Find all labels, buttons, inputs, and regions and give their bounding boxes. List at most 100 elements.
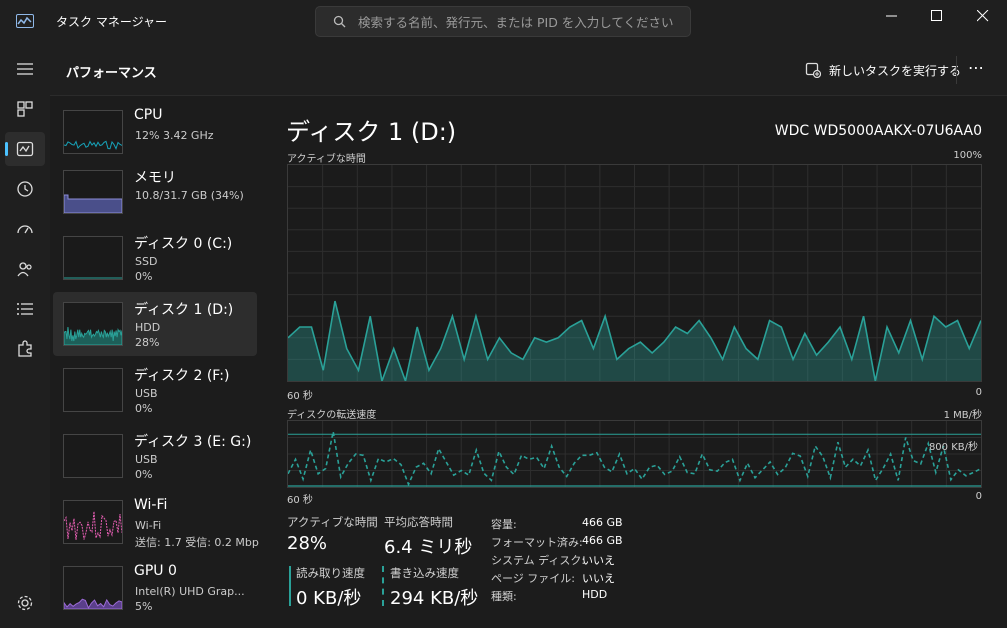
device-name: ディスク 2 (F:) [134, 368, 230, 384]
processes-icon [17, 101, 33, 117]
device-name: メモリ [134, 170, 176, 186]
hamburger-menu-button[interactable] [5, 52, 45, 86]
device-name: ディスク 1 (D:) [134, 302, 234, 318]
close-button[interactable] [960, 0, 1006, 32]
wifi-thumbnail-graph [63, 500, 123, 544]
device-usage: 0% [135, 468, 153, 481]
response-time-label: 平均応答時間 [384, 515, 453, 529]
nav-users[interactable] [5, 252, 45, 286]
transfer-rate-reference-label: 800 KB/秒 [928, 442, 978, 453]
device-type: USB [135, 387, 158, 400]
device-disk-3[interactable]: ディスク 3 (E: G:) USB 0% [53, 424, 257, 488]
nav-processes[interactable] [5, 92, 45, 126]
type-label: 種類: [491, 590, 517, 603]
nav-services[interactable] [5, 332, 45, 366]
speedometer-icon [17, 225, 33, 234]
device-type: SSD [135, 255, 158, 268]
nav-details[interactable] [5, 292, 45, 326]
device-detail: 12% 3.42 GHz [135, 129, 214, 142]
formatted-label: フォーマット済み: [491, 536, 583, 549]
device-type: HDD [135, 321, 161, 334]
gear-icon [17, 595, 33, 611]
page-title: パフォーマンス [66, 66, 157, 81]
navigation-rail [0, 44, 50, 628]
maximize-button[interactable] [914, 0, 960, 32]
search-input[interactable] [358, 13, 678, 31]
maximize-icon [931, 10, 942, 21]
device-type: Wi-Fi [135, 519, 162, 532]
active-time-graph [287, 164, 982, 385]
title-bar: タスク マネージャー [0, 0, 1007, 44]
device-name: ディスク 0 (C:) [134, 236, 233, 252]
nav-performance[interactable] [5, 132, 45, 166]
write-speed-value: 294 KB/秒 [390, 588, 479, 609]
write-speed-label: 書き込み速度 [390, 566, 459, 580]
more-options-button[interactable]: ⋯ [968, 58, 985, 77]
task-manager-app-icon [16, 14, 34, 28]
search-icon [333, 15, 346, 28]
gpu-thumbnail-graph [63, 566, 123, 610]
disk-model: WDC WD5000AAKX-07U6AA0 [774, 123, 982, 139]
nav-settings[interactable] [5, 586, 45, 620]
device-usage: 5% [135, 600, 153, 613]
device-usage: 28% [135, 336, 160, 349]
nav-app-history[interactable] [5, 172, 45, 206]
read-speed-indicator [289, 566, 291, 606]
device-gpu[interactable]: GPU 0 Intel(R) UHD Grap... 5% [53, 556, 257, 620]
transfer-rate-graph-max: 1 MB/秒 [943, 410, 982, 421]
capacity-value: 466 GB [582, 516, 623, 529]
write-speed-indicator [382, 566, 384, 606]
device-usage: 0% [135, 270, 153, 283]
disk-title: ディスク 1 (D:) [286, 118, 457, 146]
device-disk-2[interactable]: ディスク 2 (F:) USB 0% [53, 358, 257, 422]
history-icon [17, 181, 33, 197]
run-new-task-label: 新しいタスクを実行する [829, 63, 962, 78]
device-usage: 0% [135, 402, 153, 415]
run-new-task-button[interactable]: 新しいタスクを実行する [805, 59, 961, 81]
close-icon [977, 10, 989, 22]
page-header: パフォーマンス 新しいタスクを実行する ⋯ [50, 44, 1007, 96]
device-wifi[interactable]: Wi-Fi Wi-Fi 送信: 1.7 受信: 0.2 Mbps [53, 490, 259, 554]
disk-0-thumbnail-graph [63, 236, 123, 280]
formatted-value: 466 GB [582, 534, 623, 547]
read-speed-label: 読み取り速度 [296, 566, 365, 580]
system-disk-label: システム ディスク: [491, 554, 586, 567]
active-time-graph-label: アクティブな時間 [287, 154, 366, 165]
active-time-value: 28% [287, 533, 328, 554]
users-icon [17, 262, 32, 277]
page-file-label: ページ ファイル: [491, 572, 575, 585]
device-name: CPU [134, 107, 163, 123]
device-disk-1[interactable]: ディスク 1 (D:) HDD 28% [53, 292, 257, 356]
page-file-value: いいえ [582, 572, 615, 585]
minimize-icon [886, 15, 897, 17]
response-time-value: 6.4 ミリ秒 [384, 537, 473, 558]
device-model: Intel(R) UHD Grap... [135, 585, 245, 598]
puzzle-icon [18, 340, 32, 357]
memory-thumbnail-graph [63, 170, 123, 214]
device-memory[interactable]: メモリ 10.8/31.7 GB (34%) [53, 160, 257, 224]
active-time-graph-start: 60 秒 [287, 391, 313, 402]
window-title: タスク マネージャー [56, 15, 167, 29]
transfer-rate-graph-end: 0 [975, 491, 982, 502]
hamburger-icon [17, 63, 33, 75]
device-throughput: 送信: 1.7 受信: 0.2 Mbps [135, 536, 259, 549]
nav-startup-apps[interactable] [5, 212, 45, 246]
device-name: GPU 0 [134, 563, 177, 579]
device-type: USB [135, 453, 158, 466]
minimize-button[interactable] [869, 0, 915, 32]
search-box[interactable] [315, 6, 691, 37]
new-task-icon [805, 62, 821, 78]
active-time-label: アクティブな時間 [287, 515, 378, 529]
device-cpu[interactable]: CPU 12% 3.42 GHz [53, 100, 257, 164]
transfer-rate-graph-label: ディスクの転送速度 [287, 410, 377, 421]
list-icon [17, 303, 33, 315]
disk-1-thumbnail-graph [63, 302, 123, 346]
transfer-rate-graph [287, 420, 982, 488]
performance-icon [16, 141, 34, 157]
header-divider [956, 56, 957, 84]
read-speed-value: 0 KB/秒 [296, 588, 362, 609]
device-disk-0[interactable]: ディスク 0 (C:) SSD 0% [53, 226, 257, 290]
device-name: Wi-Fi [134, 497, 168, 513]
active-time-graph-end: 0 [975, 387, 982, 398]
device-list: CPU 12% 3.42 GHz メモリ 10.8/31.7 GB (34%) … [50, 96, 264, 628]
